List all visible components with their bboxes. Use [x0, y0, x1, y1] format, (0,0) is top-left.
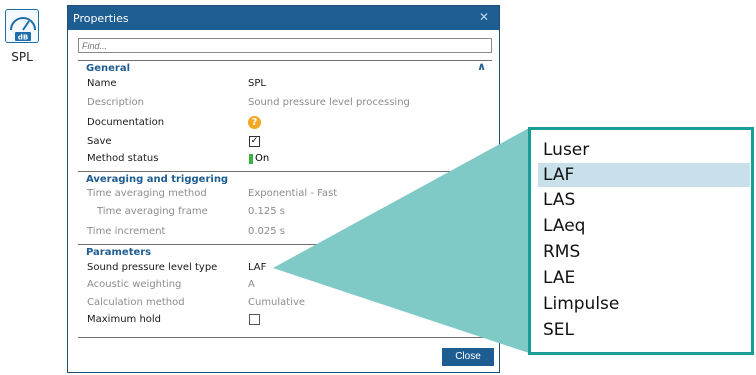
property-label: Save: [87, 136, 112, 147]
dropdown-option[interactable]: LAE: [538, 266, 750, 290]
close-button[interactable]: Close: [442, 348, 494, 366]
spl-icon-label: SPL: [11, 50, 33, 64]
db-glyph: dB: [18, 34, 28, 42]
property-row-time-averaging-method: Time averaging method Exponential - Fast: [87, 187, 487, 201]
status-indicator: [249, 154, 253, 164]
property-label: Calculation method: [87, 297, 185, 308]
property-row-maximum-hold: Maximum hold: [87, 313, 487, 327]
property-label: Time increment: [87, 226, 166, 237]
property-value[interactable]: 0.025 s: [248, 226, 285, 237]
property-value[interactable]: 0.125 s: [248, 206, 285, 217]
section-averaging-header[interactable]: Averaging and triggering ∧: [78, 171, 492, 185]
property-row-method-status: Method status On: [87, 152, 487, 166]
property-label: Description: [87, 97, 144, 108]
spl-type-select[interactable]: LAF: [248, 262, 266, 273]
section-general-header[interactable]: General ∧: [78, 60, 492, 74]
spl-desktop-icon[interactable]: dB SPL: [4, 8, 40, 64]
property-row-name: Name SPL: [87, 77, 487, 91]
property-value[interactable]: Sound pressure level processing: [248, 97, 410, 108]
window-title: Properties: [73, 12, 129, 25]
property-row-documentation: Documentation ?: [87, 116, 487, 130]
property-value[interactable]: Exponential - Fast: [248, 188, 337, 199]
section-averaging-title: Averaging and triggering: [86, 174, 229, 185]
chevron-up-icon[interactable]: ∧: [477, 171, 486, 184]
property-label: Sound pressure level type: [87, 262, 218, 273]
properties-window: Properties ✕ General ∧ Name SPL Descript…: [67, 5, 500, 373]
property-row-time-averaging-frame: Time averaging frame 0.125 s: [87, 205, 487, 219]
help-icon[interactable]: ?: [248, 116, 261, 129]
property-row-spl-type: Sound pressure level type LAF: [87, 261, 487, 275]
maximum-hold-checkbox[interactable]: [249, 314, 260, 325]
dropdown-option[interactable]: RMS: [538, 240, 750, 264]
footer-divider: [78, 337, 492, 338]
save-checkbox[interactable]: ✓: [249, 136, 260, 147]
section-parameters-title: Parameters: [86, 247, 152, 258]
property-label: Time averaging frame: [97, 206, 208, 217]
dropdown-option[interactable]: Luser: [538, 138, 750, 162]
dropdown-option[interactable]: SEL: [538, 318, 750, 342]
chevron-up-icon[interactable]: ∧: [477, 60, 486, 73]
section-general-title: General: [86, 63, 130, 74]
screen: dB SPL Properties ✕ General ∧ Name SPL D…: [0, 0, 756, 375]
property-row-calculation-method: Calculation method Cumulative: [87, 296, 487, 310]
property-value[interactable]: SPL: [248, 78, 266, 89]
property-value[interactable]: A: [248, 279, 255, 290]
section-parameters-header[interactable]: Parameters ∧: [78, 244, 492, 258]
sound-level-meter-icon: dB: [5, 9, 39, 43]
property-label: Maximum hold: [87, 314, 162, 325]
property-row-acoustic-weighting: Acoustic weighting A: [87, 278, 487, 292]
property-value[interactable]: On: [255, 153, 269, 164]
property-label: Time averaging method: [87, 188, 207, 199]
dropdown-option[interactable]: LAS: [538, 188, 750, 212]
property-label: Acoustic weighting: [87, 279, 182, 290]
dropdown-option[interactable]: Limpulse: [538, 292, 750, 316]
property-label: Name: [87, 78, 117, 89]
property-value[interactable]: Cumulative: [248, 297, 305, 308]
dropdown-option[interactable]: LAeq: [538, 214, 750, 238]
window-titlebar[interactable]: Properties ✕: [68, 6, 499, 30]
property-row-description: Description Sound pressure level process…: [87, 96, 487, 110]
close-icon[interactable]: ✕: [479, 10, 489, 24]
find-input[interactable]: [78, 38, 492, 53]
dropdown-option-selected[interactable]: LAF: [538, 163, 750, 187]
property-row-time-increment: Time increment 0.025 s: [87, 225, 487, 239]
property-row-save: Save ✓: [87, 135, 487, 149]
property-label: Method status: [87, 153, 159, 164]
property-label: Documentation: [87, 117, 165, 128]
chevron-up-icon[interactable]: ∧: [477, 244, 486, 257]
spl-type-dropdown[interactable]: Luser LAF LAS LAeq RMS LAE Limpulse SEL: [528, 127, 754, 355]
